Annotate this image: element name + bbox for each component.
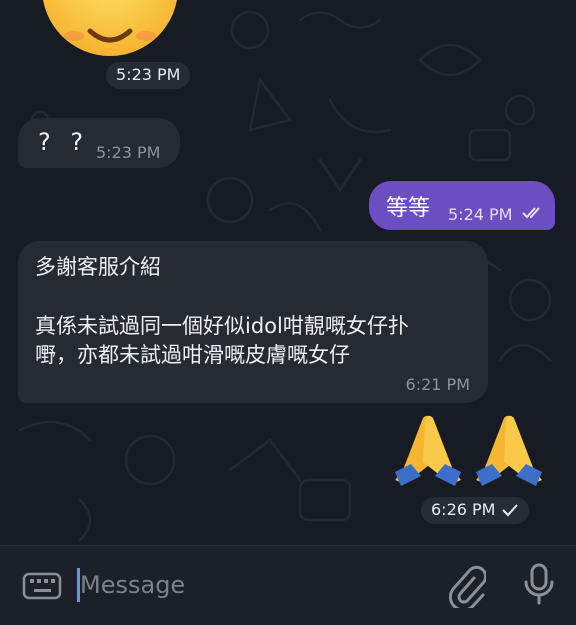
message-bubble-incoming[interactable]: 多謝客服介紹 真係未試過同一個好似idol咁靚嘅女仔扑 嘢，亦都未試過咁滑嘅皮膚… [18, 241, 488, 403]
folded-hands-emoji[interactable] [393, 412, 463, 488]
message-time: 5:24 PM [448, 205, 513, 224]
message-bubble-outgoing[interactable]: 等等 5:24 PM [369, 181, 555, 230]
message-bubble-incoming[interactable]: ? ? 5:23 PM [18, 118, 180, 168]
message-text: 等等 [386, 196, 431, 221]
folded-hands-emoji[interactable] [474, 412, 544, 488]
microphone-icon[interactable] [522, 562, 556, 606]
message-time: 6:21 PM [405, 375, 470, 394]
smiling-face-sticker[interactable] [40, 0, 180, 58]
check-icon [502, 504, 519, 517]
message-time: 6:26 PM [431, 500, 496, 519]
emoji-timestamp: 6:26 PM [421, 497, 530, 524]
message-text-line: 多謝客服介紹 [35, 255, 161, 279]
chat-area: 5:23 PM ? ? 5:23 PM 等等 5:24 PM 多謝客服介紹 真係… [0, 0, 576, 545]
message-text: ? ? [38, 128, 90, 156]
paperclip-icon[interactable] [446, 564, 486, 608]
message-time: 5:23 PM [96, 143, 161, 162]
double-check-icon [522, 207, 540, 219]
message-input[interactable] [80, 566, 420, 604]
message-composer [0, 545, 576, 625]
message-text-line: 嘢，亦都未試過咁滑嘅皮膚嘅女仔 [35, 343, 350, 367]
message-text-line: 真係未試過同一個好似idol咁靚嘅女仔扑 [35, 314, 409, 338]
keyboard-icon[interactable] [22, 568, 62, 604]
sticker-timestamp: 5:23 PM [106, 62, 191, 89]
